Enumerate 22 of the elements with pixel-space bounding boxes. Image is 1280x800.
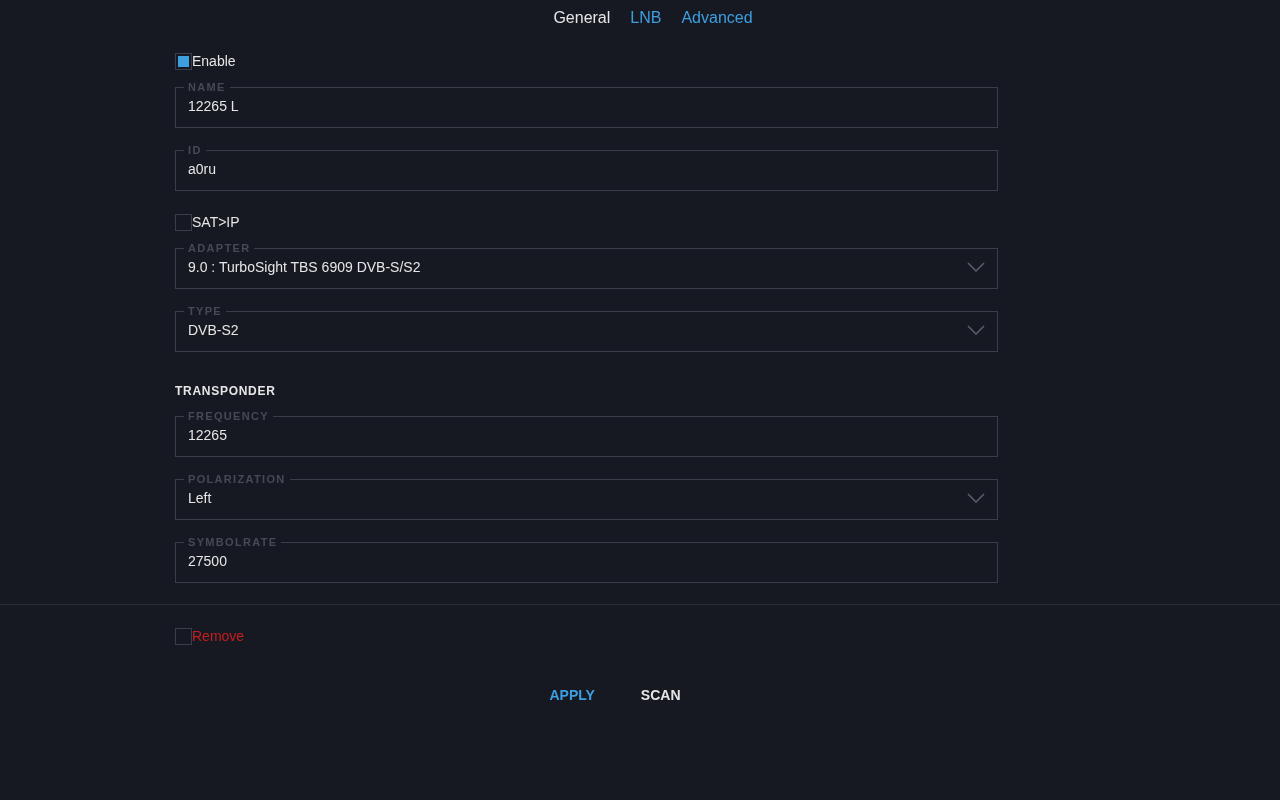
tab[interactable]: Advanced [681,5,753,30]
tab[interactable]: General [553,5,611,30]
field-value: 12265 L [188,96,239,116]
field-value: Left [188,488,212,508]
field-value: a0ru [188,159,217,179]
checkbox-label: Remove [192,626,245,646]
chevron-down-icon [967,262,985,272]
checkbox-label: Enable [192,51,236,71]
field-value: 27500 [188,551,227,571]
field-value: DVB-S2 [188,320,239,340]
field-value: 12265 [188,425,227,445]
checkbox[interactable] [175,52,192,70]
chevron-down-icon [967,493,985,503]
tab[interactable]: LNB [630,5,662,30]
checkbox-label: SAT>IP [192,212,240,232]
apply-button[interactable]: APPLY [549,685,595,706]
chevron-down-icon [967,325,985,335]
checkbox[interactable] [175,627,192,645]
field-value: 9.0 : TurboSight TBS 6909 DVB-S/S2 [188,257,421,277]
checkbox[interactable] [175,213,192,231]
scan-button[interactable]: SCAN [640,685,681,706]
section-heading: TRANSPONDER [175,383,277,400]
